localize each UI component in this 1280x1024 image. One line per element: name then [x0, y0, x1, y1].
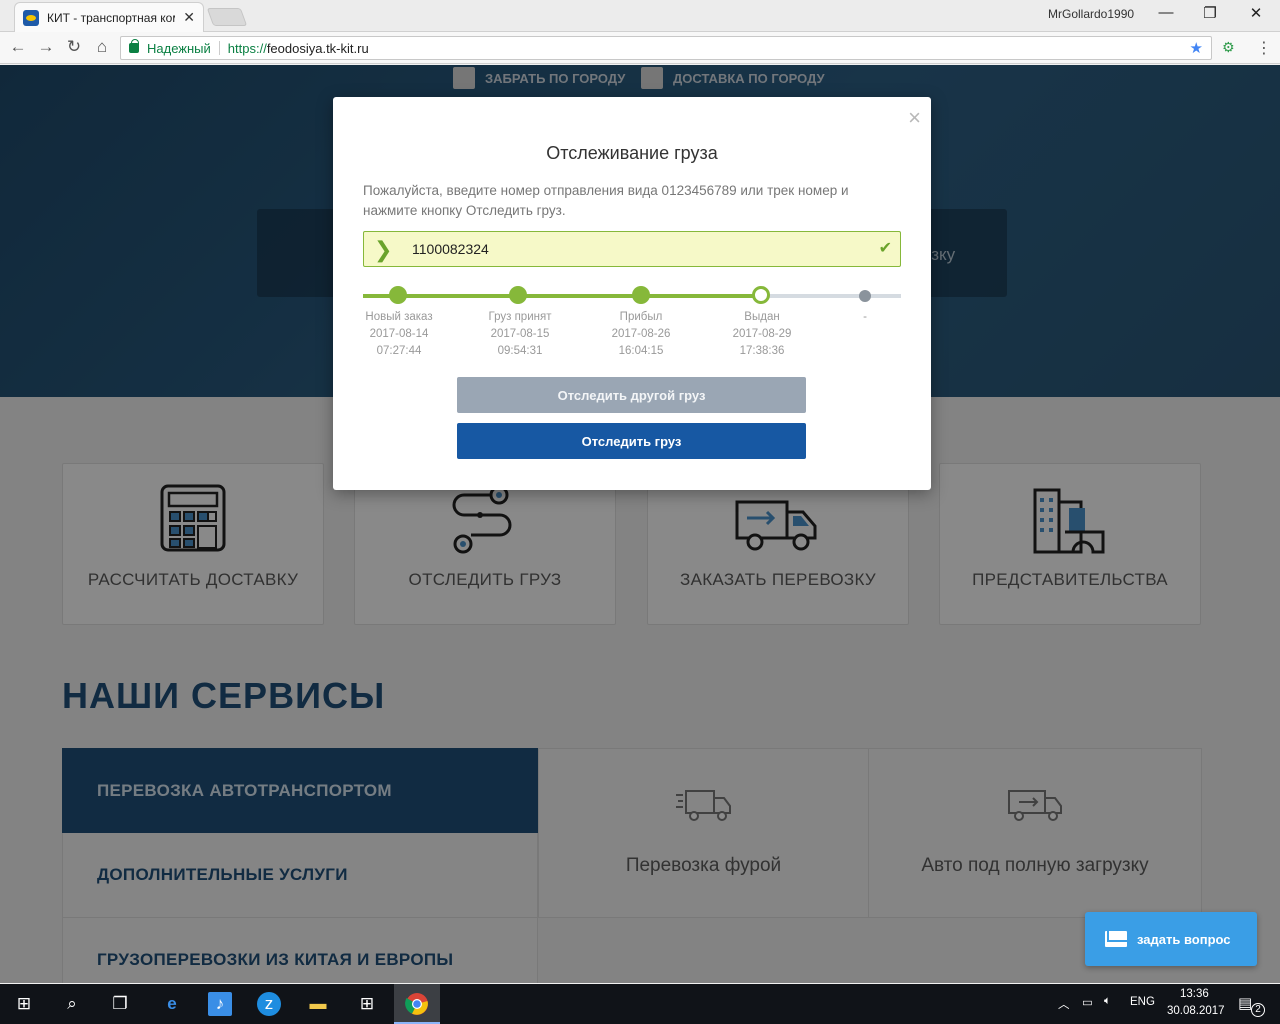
search-icon[interactable]: ⌕ [60, 992, 84, 1016]
browser-titlebar: КИТ - транспортная ком ✕ MrGollardo1990 … [0, 0, 1280, 32]
ask-question-label: задать вопрос [1137, 931, 1231, 947]
track-button[interactable]: Отследить груз [457, 423, 806, 459]
step-dot [632, 286, 650, 304]
chrome-icon [405, 993, 428, 1015]
new-tab-button[interactable] [206, 8, 248, 26]
volume-icon[interactable]: 🔈︎ [1104, 995, 1111, 1008]
site-favicon-icon [23, 9, 39, 26]
zoom-icon[interactable]: z [257, 992, 281, 1016]
profile-name[interactable]: MrGollardo1990 [1048, 7, 1134, 21]
url-protocol: https:// [227, 40, 267, 56]
tab-close-icon[interactable]: ✕ [183, 9, 195, 26]
file-explorer-icon[interactable]: ▬ [306, 992, 330, 1016]
progress-line-pending [761, 294, 901, 298]
extension-icon[interactable]: ⚙ [1222, 39, 1240, 57]
minimize-icon[interactable]: — [1156, 4, 1176, 21]
reload-icon[interactable]: ↻ [64, 37, 84, 57]
tray-chevron-icon[interactable]: ︿ [1058, 996, 1070, 1012]
address-bar[interactable]: Надежный https:// feodosiya.tk-kit.ru ★ [120, 36, 1212, 60]
browser-tab[interactable]: КИТ - транспортная ком ✕ [14, 2, 204, 32]
browser-menu-icon[interactable]: ⋮ [1256, 38, 1272, 58]
step-label: Новый заказ 2017-08-14 07:27:44 [365, 311, 433, 357]
home-icon[interactable]: ⌂ [92, 37, 112, 57]
step-dot [509, 286, 527, 304]
step-label: Груз принят 2017-08-15 09:54:31 [488, 311, 552, 357]
windows-taskbar: ⊞ ⌕ ❐ e ♪ z ▬ ⊞ ︿ ▭ 🔈︎ ENG 13:36 30.08.2… [0, 984, 1280, 1024]
ask-question-button[interactable]: задать вопрос [1085, 912, 1257, 966]
tracking-input-field[interactable]: ❯ ✔ [363, 231, 901, 267]
tracking-modal: × Отслеживание груза Пожалуйста, введите… [333, 97, 931, 490]
tracking-number-input[interactable] [412, 232, 872, 266]
language-indicator[interactable]: ENG [1130, 996, 1155, 1008]
forward-icon[interactable]: → [36, 37, 56, 57]
clock-date[interactable]: 30.08.2017 [1167, 1005, 1225, 1017]
task-view-icon[interactable]: ❐ [108, 992, 132, 1016]
app-icon[interactable]: ♪ [208, 992, 232, 1016]
tab-title: КИТ - транспортная ком [47, 10, 176, 25]
edge-icon[interactable]: e [160, 992, 184, 1016]
step-label: Прибыл 2017-08-26 16:04:15 [611, 311, 671, 357]
track-another-button[interactable]: Отследить другой груз [457, 377, 806, 413]
envelope-icon [1105, 931, 1127, 947]
bookmark-star-icon[interactable]: ★ [1190, 39, 1203, 57]
store-icon[interactable]: ⊞ [355, 992, 379, 1016]
windows-start-icon[interactable]: ⊞ [12, 992, 36, 1016]
modal-title: Отслеживание груза [546, 143, 718, 163]
shipment-progress: Новый заказ 2017-08-14 07:27:44 Груз приня… [363, 286, 901, 359]
step-dot [389, 286, 407, 304]
notifications-count: 2 [1251, 1003, 1265, 1017]
step-dot-pending [859, 290, 871, 302]
check-icon: ✔ [878, 240, 892, 257]
chevron-right-icon: ❯ [374, 237, 393, 262]
back-icon[interactable]: ← [8, 37, 28, 57]
restore-icon[interactable]: ❐ [1200, 4, 1220, 22]
close-window-icon[interactable]: ✕ [1246, 4, 1266, 22]
progress-line-done [363, 294, 761, 298]
step-dot-current [752, 286, 770, 304]
clock-time[interactable]: 13:36 [1180, 988, 1209, 1000]
secure-label: Надежный [147, 40, 211, 56]
modal-close-icon[interactable]: × [908, 105, 921, 131]
url-host: feodosiya.tk-kit.ru [266, 40, 369, 56]
step-label: Выдан 2017-08-29 17:38:36 [732, 311, 792, 357]
browser-toolbar: ← → ↻ ⌂ Надежный https:// feodosiya.tk-k… [0, 32, 1280, 64]
lock-icon [129, 39, 139, 53]
step-label: - [863, 311, 867, 323]
chrome-taskbar-item[interactable] [394, 984, 440, 1024]
network-icon[interactable]: ▭ [1082, 995, 1093, 1009]
modal-hint: Пожалуйста, введите номер отправления ви… [363, 183, 849, 218]
